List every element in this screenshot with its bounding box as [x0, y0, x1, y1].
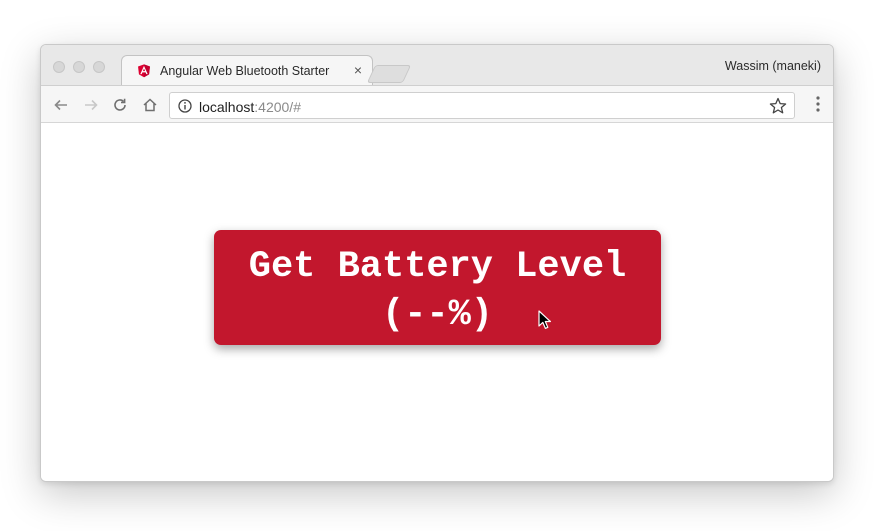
close-window-button[interactable] — [53, 61, 65, 73]
button-label-line1: Get Battery Level — [248, 245, 627, 288]
get-battery-level-button[interactable]: Get Battery Level (--%) — [214, 230, 661, 345]
info-icon[interactable] — [178, 99, 192, 113]
forward-button[interactable] — [81, 95, 101, 115]
browser-window: Angular Web Bluetooth Starter × Wassim (… — [40, 44, 834, 482]
home-button[interactable] — [140, 95, 160, 115]
window-controls — [53, 61, 105, 73]
url-host: localhost — [199, 99, 255, 115]
back-arrow-icon — [54, 99, 67, 111]
profile-name[interactable]: Wassim (maneki) — [725, 59, 821, 73]
bookmark-star-icon[interactable] — [768, 96, 788, 116]
browser-toolbar: localhost:4200/# — [41, 85, 833, 123]
tab-title: Angular Web Bluetooth Starter — [160, 63, 330, 78]
button-label-line2: (--%) — [381, 293, 494, 336]
url-text[interactable]: localhost:4200/# — [199, 99, 301, 115]
tab-active[interactable]: Angular Web Bluetooth Starter × — [121, 55, 373, 85]
mouse-pointer-icon — [538, 310, 551, 329]
screen: Angular Web Bluetooth Starter × Wassim (… — [0, 0, 880, 531]
address-bar[interactable]: localhost:4200/# — [169, 92, 795, 119]
tab-strip: Angular Web Bluetooth Starter × Wassim (… — [41, 45, 833, 85]
page-content: Get Battery Level (--%) — [41, 124, 833, 481]
back-button[interactable] — [51, 95, 71, 115]
new-tab-button[interactable] — [366, 65, 412, 83]
zoom-window-button[interactable] — [93, 61, 105, 73]
url-port-path: :4200/# — [254, 99, 301, 115]
minimize-window-button[interactable] — [73, 61, 85, 73]
angular-logo-icon — [138, 64, 150, 78]
browser-menu-button[interactable] — [815, 95, 821, 118]
reload-button[interactable] — [110, 95, 130, 115]
home-icon — [143, 98, 157, 112]
tab-close-button[interactable]: × — [354, 62, 362, 78]
kebab-menu-icon — [816, 96, 820, 112]
forward-arrow-icon — [85, 99, 98, 111]
reload-icon — [114, 98, 126, 111]
